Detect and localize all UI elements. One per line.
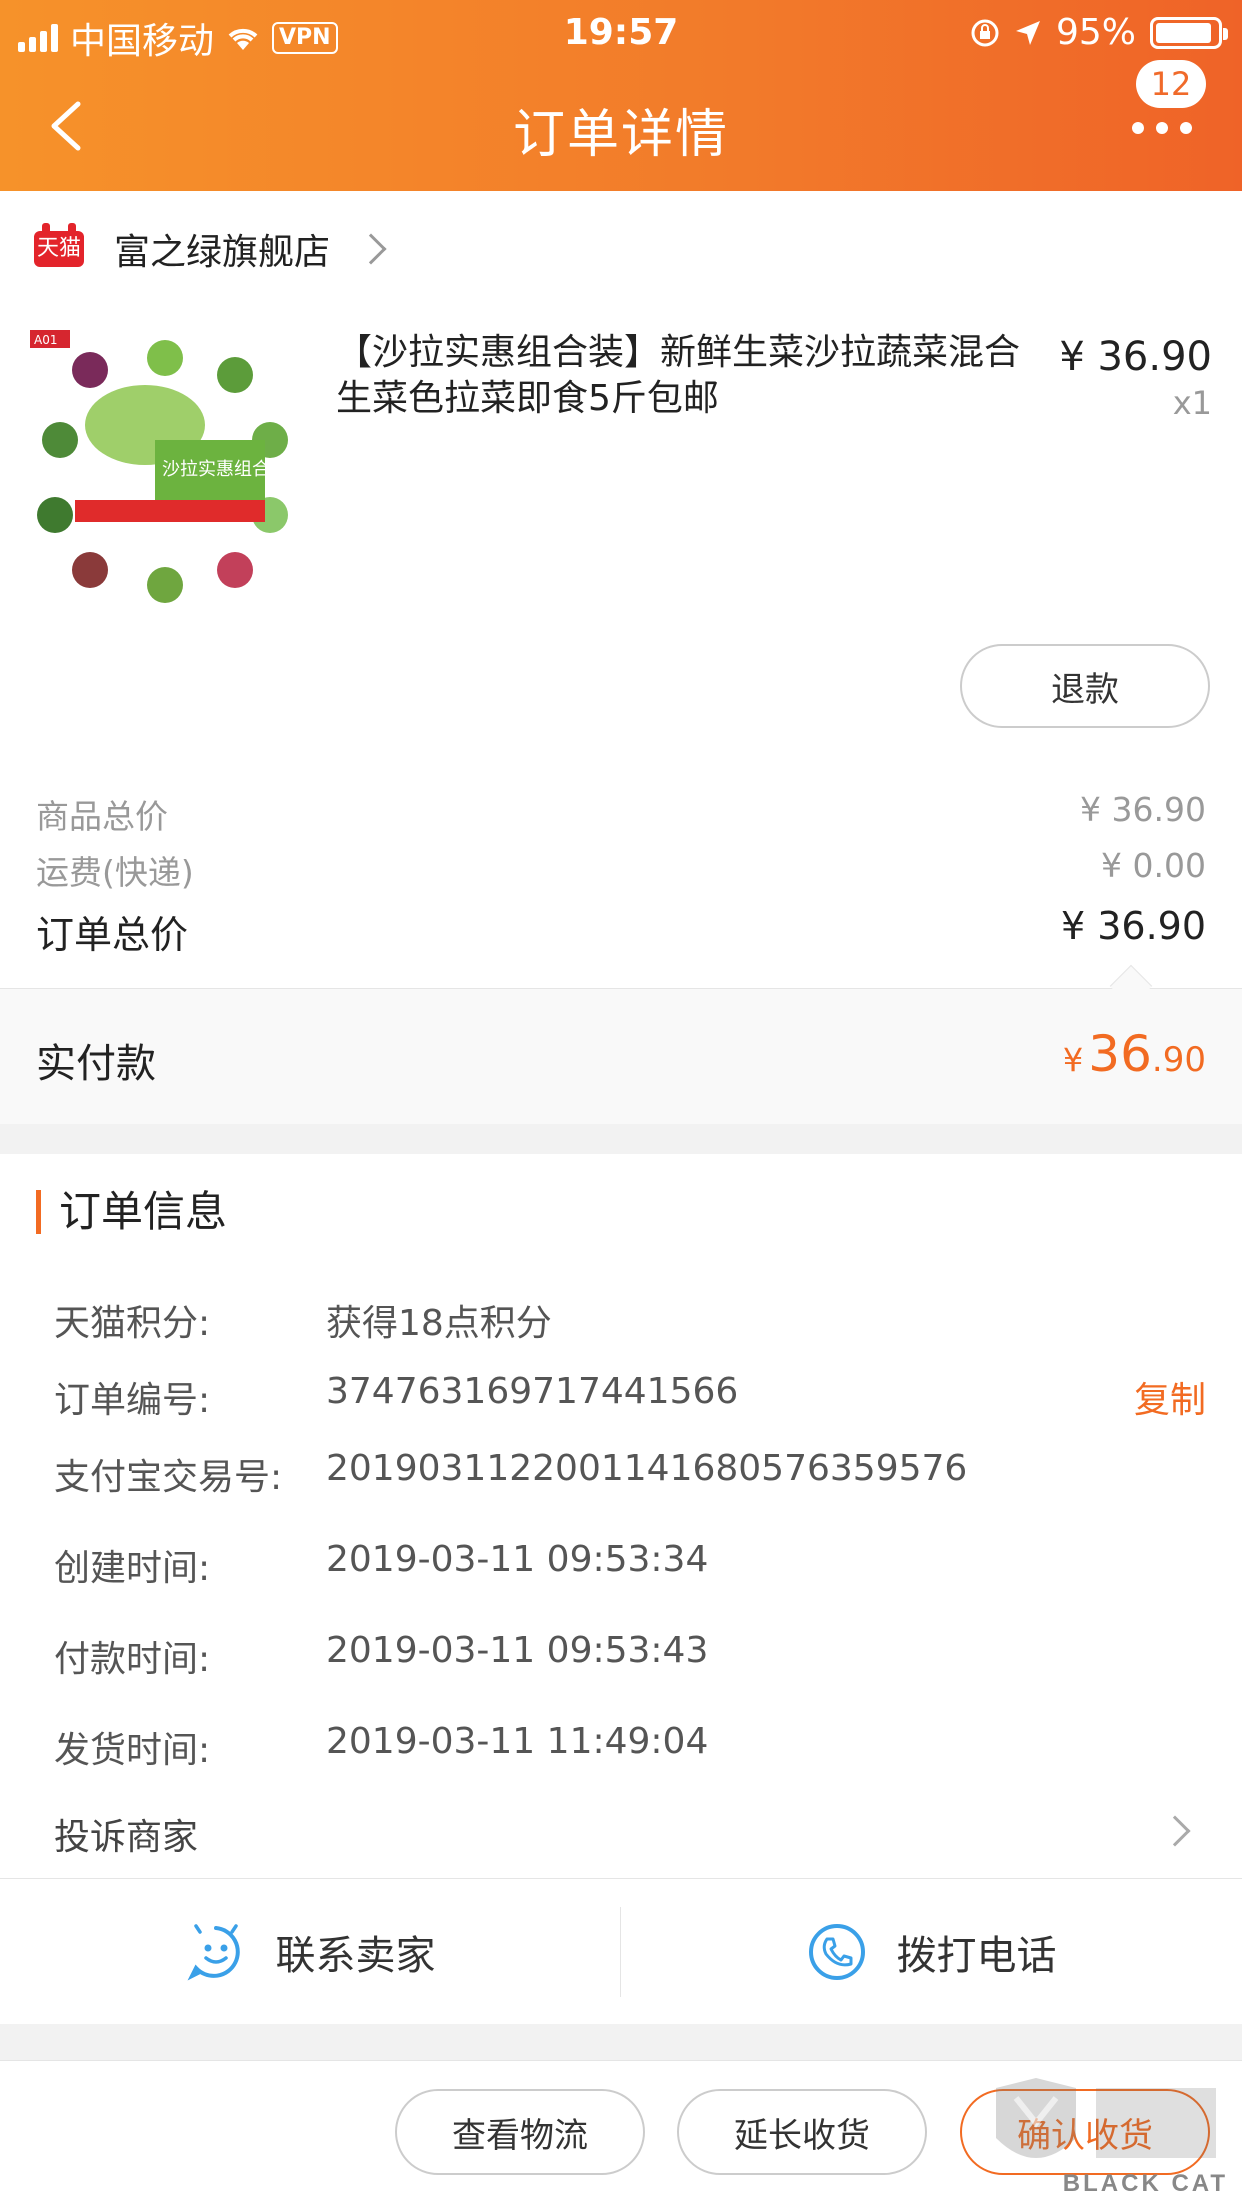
paid-currency: ¥: [1062, 1041, 1084, 1079]
section-divider: [0, 2024, 1242, 2060]
info-key: 创建时间:: [54, 1548, 211, 1589]
paid-decimal: .90: [1151, 1040, 1206, 1080]
order-info-title: 订单信息: [36, 1190, 227, 1234]
info-key: 订单编号:: [54, 1380, 211, 1421]
call-phone-button[interactable]: 拨打电话: [621, 1879, 1242, 2025]
info-row-points: 天猫积分: 获得18点积分: [54, 1294, 1206, 1346]
product-price: ¥ 36.90: [1059, 334, 1212, 380]
info-value: 374763169717441566: [326, 1371, 739, 1412]
info-row-shipped-time: 发货时间: 2019-03-11 11:49:04: [54, 1721, 1206, 1773]
refund-button[interactable]: 退款: [960, 644, 1210, 728]
contact-seller-label: 联系卖家: [275, 1933, 436, 1979]
goods-total-value: ¥ 36.90: [1080, 790, 1206, 829]
info-row-alipay-number: 支付宝交易号: 2019031122001141680576359576: [54, 1448, 1206, 1500]
chevron-right-icon: [355, 232, 387, 265]
product-thumbnail: A01 沙拉实惠组合装: [30, 330, 310, 610]
thumb-banner: 沙拉实惠组合装: [162, 459, 288, 480]
goods-total-row: 商品总价 ¥ 36.90: [36, 790, 1206, 838]
goods-total-label: 商品总价: [36, 797, 168, 836]
info-value: 2019031122001141680576359576: [326, 1448, 968, 1489]
chat-face-icon: [187, 1924, 240, 1981]
paid-label: 实付款: [36, 1041, 156, 1087]
tmall-icon: 天猫: [34, 222, 84, 267]
more-dots-icon: [1132, 122, 1192, 134]
order-total-label: 订单总价: [36, 913, 189, 957]
location-arrow-icon: [1015, 20, 1040, 45]
section-divider: [0, 1124, 1242, 1154]
contact-seller-button[interactable]: 联系卖家: [0, 1879, 621, 2025]
info-value: 获得18点积分: [326, 1303, 552, 1344]
info-row-paid-time: 付款时间: 2019-03-11 09:53:43: [54, 1630, 1206, 1682]
product-quantity: x1: [1172, 384, 1212, 422]
message-count-badge: 12: [1136, 60, 1206, 108]
status-bar: 中国移动 VPN 19:57 95%: [0, 8, 1242, 62]
info-value: 2019-03-11 09:53:34: [326, 1539, 709, 1580]
view-logistics-button[interactable]: 查看物流: [395, 2089, 645, 2175]
header-bar: 中国移动 VPN 19:57 95% 订单详情 12: [0, 0, 1242, 191]
chevron-right-icon: [1159, 1815, 1191, 1847]
paid-integer: 36: [1088, 1025, 1152, 1083]
shipping-label: 运费(快递): [36, 853, 194, 892]
watermark-text: BLACK CAT: [1062, 2170, 1228, 2197]
info-row-created-time: 创建时间: 2019-03-11 09:53:34: [54, 1539, 1206, 1591]
more-menu-button[interactable]: 12: [1106, 60, 1206, 160]
thumb-label: A01: [34, 333, 57, 347]
battery-percent: 95%: [1055, 12, 1136, 53]
battery-icon: [1150, 16, 1228, 49]
order-total-row: 订单总价 ¥ 36.90: [36, 904, 1206, 959]
contact-bar: 联系卖家 拨打电话: [0, 1878, 1242, 2024]
product-title: 【沙拉实惠组合装】新鲜生菜沙拉蔬菜混合生菜色拉菜即食5斤包邮: [336, 332, 1021, 419]
call-phone-label: 拨打电话: [896, 1933, 1057, 1979]
phone-icon: [808, 1924, 865, 1980]
copy-button[interactable]: 复制: [1134, 1371, 1206, 1423]
complain-seller-link[interactable]: 投诉商家: [54, 1808, 198, 1860]
extend-receipt-button[interactable]: 延长收货: [677, 2089, 927, 2175]
info-key: 发货时间:: [54, 1730, 211, 1771]
info-value: 2019-03-11 09:53:43: [326, 1630, 709, 1671]
product-item[interactable]: A01 沙拉实惠组合装 【沙拉实惠组合装】新鲜生菜沙拉蔬菜混合生菜色拉菜即食5斤…: [0, 320, 1242, 620]
page-title: 订单详情: [512, 105, 729, 165]
shipping-row: 运费(快递) ¥ 0.00: [36, 846, 1206, 894]
info-key: 支付宝交易号:: [54, 1457, 283, 1498]
paid-amount-box: 实付款 ¥ 36.90: [0, 964, 1242, 1124]
info-row-order-number: 订单编号: 374763169717441566: [54, 1371, 1206, 1423]
orientation-lock-icon: [971, 19, 999, 46]
shipping-value: ¥ 0.00: [1101, 846, 1206, 885]
paid-value: ¥ 36.90: [1063, 1025, 1206, 1083]
info-key: 付款时间:: [54, 1639, 211, 1680]
order-total-value: ¥ 36.90: [1060, 904, 1206, 948]
info-key: 天猫积分:: [54, 1303, 211, 1344]
store-name: 富之绿旗舰店: [114, 231, 331, 273]
info-value: 2019-03-11 11:49:04: [326, 1721, 709, 1762]
store-row[interactable]: 天猫 富之绿旗舰店: [0, 191, 1242, 306]
